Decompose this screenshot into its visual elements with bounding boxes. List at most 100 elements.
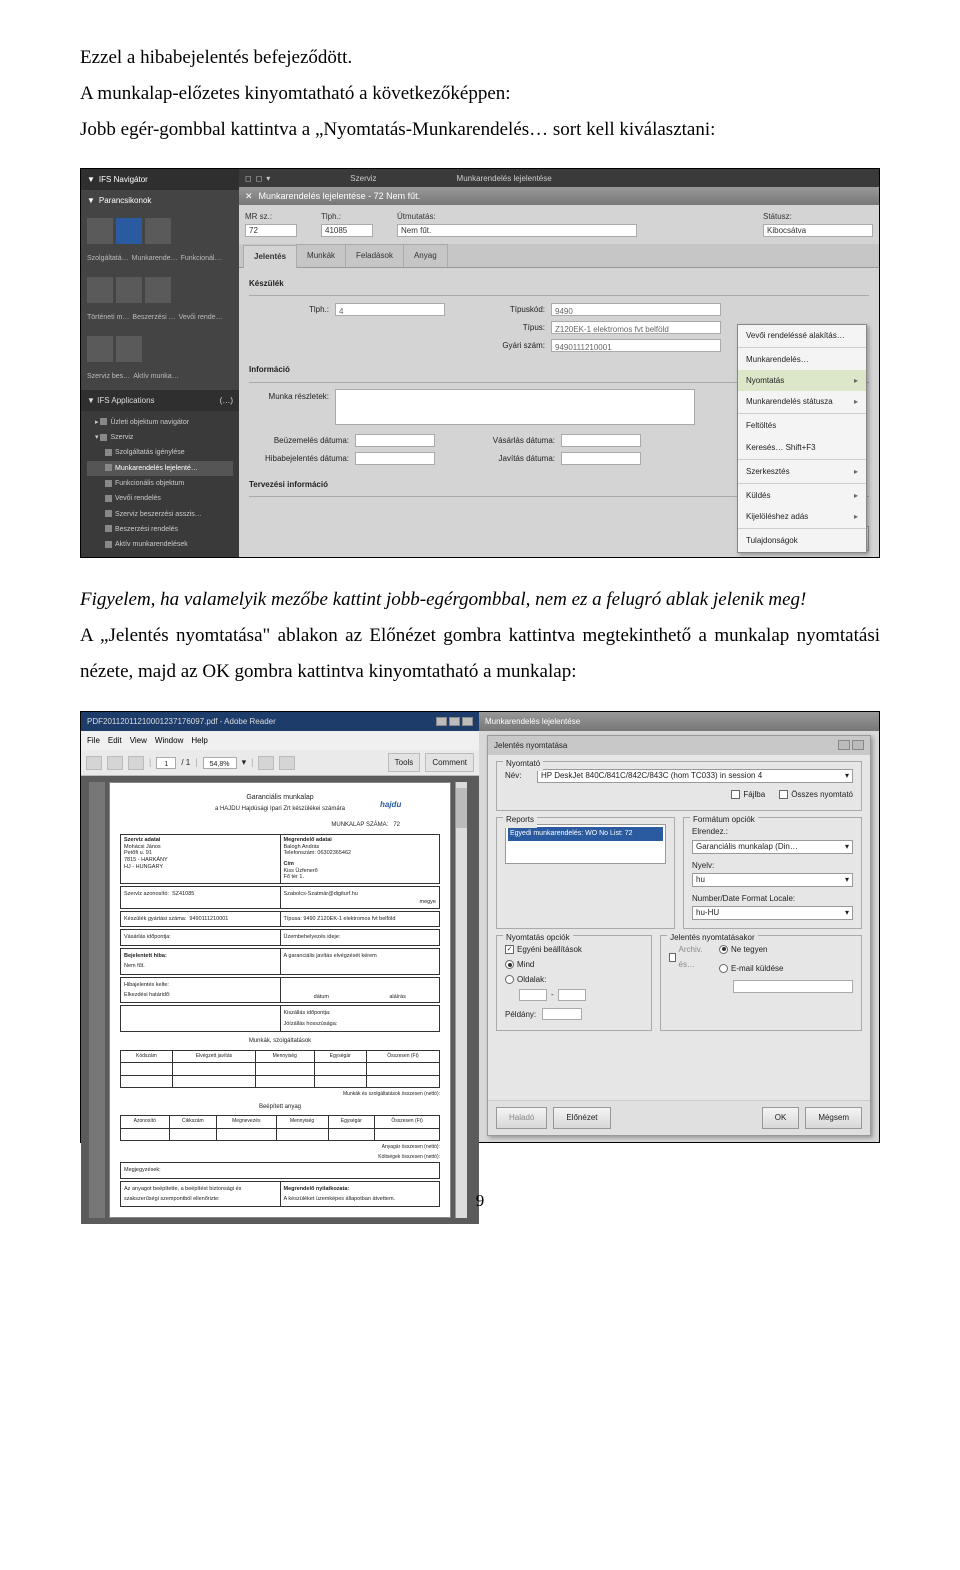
shortcut-tile[interactable] — [145, 218, 171, 244]
close-button[interactable] — [852, 740, 864, 750]
ctx-item[interactable]: Küldés▸ — [738, 485, 866, 506]
ctx-item[interactable]: Tulajdonságok — [738, 530, 866, 551]
tab-anyag[interactable]: Anyag — [403, 244, 448, 266]
tree-item[interactable]: Aktív munkarendelések — [87, 537, 233, 552]
locale-select[interactable]: hu-HU▾ — [692, 906, 853, 920]
ctx-item-nyomtatas[interactable]: Nyomtatás▸ — [738, 370, 866, 391]
kesz-tlph-input[interactable]: 4 — [335, 303, 445, 316]
munkareszletek-textarea[interactable] — [335, 389, 695, 425]
tool-icon[interactable]: ◻ — [245, 171, 252, 186]
submenu-arrow-icon: ▸ — [854, 394, 858, 409]
email-radio[interactable]: E-mail küldése — [719, 961, 853, 976]
reports-listbox[interactable]: Egyedi munkarendelés: WO No List: 72 — [505, 824, 666, 864]
halado-button[interactable]: Haladó — [496, 1107, 547, 1128]
menu-window[interactable]: Window — [155, 733, 183, 748]
tab-close-icon[interactable]: ✕ — [245, 188, 253, 205]
breadcrumb-item[interactable]: Szerviz — [350, 171, 376, 186]
print-icon[interactable] — [107, 756, 123, 770]
nav-header[interactable]: ▼ IFS Navigátor — [81, 169, 239, 190]
tree-item[interactable]: Vevői rendelés — [87, 491, 233, 506]
ctx-item[interactable]: Vevői rendeléssé alakítás… — [738, 325, 866, 346]
comment-button[interactable]: Comment — [425, 753, 474, 772]
tipuskod-input[interactable]: 9490 — [551, 303, 721, 316]
javitas-input[interactable] — [561, 452, 641, 465]
tab-munkak[interactable]: Munkák — [296, 244, 346, 266]
tool-icon[interactable]: ▾ — [266, 171, 270, 186]
pdf-scrollbar[interactable] — [455, 782, 467, 1218]
toolbar-icon[interactable] — [279, 756, 295, 770]
report-row[interactable]: Egyedi munkarendelés: WO No List: 72 — [508, 827, 663, 840]
tool-icon[interactable]: ◻ — [256, 171, 263, 186]
beuzemeles-input[interactable] — [355, 434, 435, 447]
vasarlas-input[interactable] — [561, 434, 641, 447]
tab-feladasok[interactable]: Feladások — [345, 244, 404, 266]
pdf-toolbar: | 1 / 1 | 54,8% ▾ | Tools Comment — [81, 750, 479, 776]
menu-edit[interactable]: Edit — [108, 733, 122, 748]
ctx-item[interactable]: Keresés… Shift+F3 — [738, 437, 866, 458]
tipus-input[interactable]: Z120EK-1 elektromos fvt belföld — [551, 321, 721, 334]
nyelv-select[interactable]: hu▾ — [692, 873, 853, 887]
ok-button[interactable]: OK — [762, 1107, 800, 1128]
tab-jelentes[interactable]: Jelentés — [243, 245, 297, 267]
shortcut-tile[interactable] — [116, 277, 142, 303]
breadcrumb-item[interactable]: Munkarendelés lejelentése — [457, 171, 552, 186]
menu-file[interactable]: File — [87, 733, 100, 748]
printer-select[interactable]: HP DeskJet 840C/841C/842C/843C (hom TC03… — [537, 769, 853, 783]
help-button[interactable] — [838, 740, 850, 750]
tree-item-selected[interactable]: Munkarendelés lejelenté… — [87, 461, 233, 476]
window-tab-title[interactable]: Munkarendelés lejelentése - 72 Nem fűt. — [259, 188, 421, 205]
tree-item[interactable]: ▾ Szerviz — [87, 430, 233, 445]
tree-item[interactable]: Funkcionális objektum — [87, 476, 233, 491]
toolbar-icon[interactable] — [258, 756, 274, 770]
shortcut-tile[interactable] — [87, 277, 113, 303]
minimize-button[interactable] — [436, 717, 447, 726]
status-input[interactable]: Kibocsátva — [763, 224, 873, 237]
toolbar-icon[interactable] — [86, 756, 102, 770]
email-input[interactable] — [733, 980, 853, 993]
ifs-apps-header[interactable]: ▼ IFS Applications (…) — [81, 390, 239, 411]
close-button[interactable] — [462, 717, 473, 726]
ctx-item[interactable]: Munkarendelés… — [738, 349, 866, 370]
shortcut-tiles — [81, 271, 239, 309]
tree-item[interactable]: Beszerzési rendelés — [87, 522, 233, 537]
thumbnail-rail[interactable] — [89, 782, 105, 1218]
elrendezes-select[interactable]: Garanciális munkalap (Din…▾ — [692, 840, 853, 854]
hibabejelentes-input[interactable] — [355, 452, 435, 465]
shortcut-tile[interactable] — [145, 277, 171, 303]
peldany-input[interactable] — [542, 1008, 582, 1020]
ctx-item[interactable]: Kijelöléshez adás▸ — [738, 506, 866, 527]
megsem-button[interactable]: Mégsem — [805, 1107, 862, 1128]
shortcut-tile[interactable] — [116, 218, 142, 244]
ctx-item[interactable]: Munkarendelés státusza▸ — [738, 391, 866, 412]
menu-help[interactable]: Help — [191, 733, 207, 748]
page-from-input[interactable] — [519, 989, 547, 1001]
mrsz-input[interactable]: 72 — [245, 224, 297, 237]
utm-input[interactable]: Nem fűt. — [397, 224, 637, 237]
parancsikonok-header[interactable]: ▼ Parancsikonok — [81, 190, 239, 211]
shortcut-tile[interactable] — [116, 336, 142, 362]
zoom-input[interactable]: 54,8% — [203, 757, 237, 769]
dropdown-arrow-icon[interactable]: ▾ — [242, 754, 247, 771]
toolbar-icon[interactable] — [128, 756, 144, 770]
dialog-title-bar: Jelentés nyomtatása — [488, 736, 870, 755]
oldalak-radio[interactable]: Oldalak: — [505, 972, 643, 987]
shortcut-tile[interactable] — [87, 336, 113, 362]
menu-view[interactable]: View — [130, 733, 147, 748]
ctx-item[interactable]: Feltöltés — [738, 415, 866, 436]
tree-item[interactable]: Szerviz beszerzési asszis… — [87, 507, 233, 522]
ctx-item[interactable]: Szerkesztés▸ — [738, 461, 866, 482]
shortcut-tile[interactable] — [87, 218, 113, 244]
gyariszam-input[interactable]: 9490111210001 — [551, 339, 721, 352]
tree-item[interactable]: Szolgáltatás igénylése — [87, 445, 233, 460]
osszes-nyomtato-checkbox[interactable]: Összes nyomtató — [779, 787, 853, 802]
page-number-input[interactable]: 1 — [156, 757, 176, 769]
tools-button[interactable]: Tools — [388, 753, 421, 772]
fajlba-checkbox[interactable]: Fájlba — [731, 787, 765, 802]
tree-item[interactable]: ▸ Üzleti objektum navigátor — [87, 415, 233, 430]
mind-radio[interactable]: Mind — [505, 957, 643, 972]
page-to-input[interactable] — [558, 989, 586, 1001]
elonezet-button[interactable]: Előnézet — [553, 1107, 610, 1128]
archiv-checkbox[interactable]: Archiv. és… — [669, 942, 705, 972]
tlph-input[interactable]: 41085 — [321, 224, 373, 237]
maximize-button[interactable] — [449, 717, 460, 726]
